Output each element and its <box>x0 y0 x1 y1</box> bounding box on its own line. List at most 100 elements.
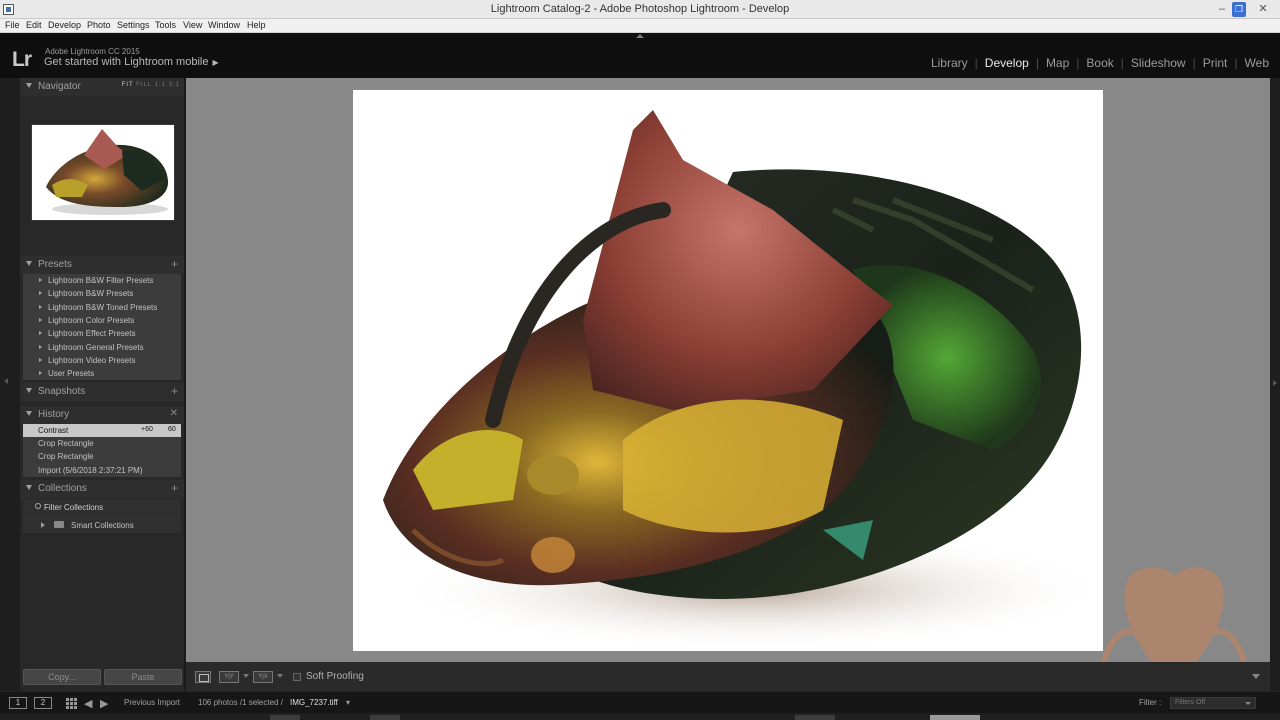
collection-set-label: Smart Collections <box>71 521 134 530</box>
filmstrip-source[interactable]: Previous Import <box>124 698 180 707</box>
close-button[interactable]: ✕ <box>1250 2 1276 17</box>
history-header[interactable]: History ✕ <box>20 406 184 424</box>
presets-header[interactable]: Presets + <box>20 256 184 274</box>
window1-button[interactable]: 1 <box>9 697 27 709</box>
preset-folder[interactable]: Lightroom General Presets <box>23 341 181 354</box>
beetle-photo <box>383 110 1103 650</box>
survey-menu-caret-icon[interactable] <box>277 674 283 678</box>
preset-folder[interactable]: Lightroom Video Presets <box>23 354 181 367</box>
history-step-label: Contrast <box>38 426 69 435</box>
folder-icon <box>54 521 64 528</box>
add-snapshot-button[interactable]: + <box>171 384 178 398</box>
preset-folder[interactable]: Lightroom Color Presets <box>23 314 181 327</box>
collapse-left-icon[interactable] <box>4 378 8 384</box>
soft-proofing-checkbox[interactable] <box>293 673 301 681</box>
menu-bar: File Edit Develop Photo Settings Tools V… <box>0 19 1280 33</box>
survey-view-icon[interactable]: Y|X <box>253 671 273 683</box>
menu-settings[interactable]: Settings <box>117 20 150 30</box>
module-separator: | <box>1035 56 1039 70</box>
menu-tools[interactable]: Tools <box>155 20 176 30</box>
zoom-fit[interactable]: FIT <box>122 82 134 88</box>
loupe-view-icon[interactable] <box>195 671 211 683</box>
filter-collections-label: Filter Collections <box>44 503 104 512</box>
filter-label: Filter : <box>1139 698 1162 707</box>
presets-list: Lightroom B&W Filter Presets Lightroom B… <box>23 274 181 380</box>
module-print[interactable]: Print <box>1203 56 1228 70</box>
filter-collections-field[interactable]: Filter Collections <box>23 500 181 515</box>
filmstrip[interactable] <box>0 713 1280 720</box>
navigator-zoom-modes: FIT FILL 1:1 3:1 <box>122 82 180 88</box>
history-step[interactable]: Contrast +60 60 <box>23 424 181 437</box>
history-step[interactable]: Crop Rectangle <box>23 437 181 450</box>
preset-folder[interactable]: Lightroom B&W Filter Presets <box>23 274 181 287</box>
history-step-label: Crop Rectangle <box>38 452 94 461</box>
module-slideshow[interactable]: Slideshow <box>1131 56 1186 70</box>
disclosure-triangle-icon <box>39 331 42 335</box>
menu-develop[interactable]: Develop <box>48 20 81 30</box>
right-panel-edge[interactable] <box>1270 78 1280 691</box>
module-web[interactable]: Web <box>1245 56 1269 70</box>
add-collection-button[interactable]: + <box>171 481 178 495</box>
develop-toolbar: Y|Y Y|X Soft Proofing <box>186 662 1270 691</box>
menu-help[interactable]: Help <box>247 20 266 30</box>
collection-set-smart[interactable]: Smart Collections <box>23 518 181 532</box>
window2-button[interactable]: 2 <box>34 697 52 709</box>
menu-window[interactable]: Window <box>208 20 240 30</box>
compare-menu-caret-icon[interactable] <box>243 674 249 678</box>
maximize-button[interactable]: ❐ <box>1232 2 1246 17</box>
add-preset-button[interactable]: + <box>171 257 178 271</box>
filmstrip-thumb[interactable] <box>795 715 835 720</box>
module-book[interactable]: Book <box>1086 56 1113 70</box>
disclosure-triangle-icon <box>39 291 42 295</box>
preset-folder[interactable]: Lightroom Effect Presets <box>23 327 181 340</box>
top-panel-toggle-icon[interactable] <box>636 34 644 38</box>
lightroom-logo: Lr <box>12 48 32 71</box>
disclosure-triangle-icon <box>39 358 42 362</box>
module-develop[interactable]: Develop <box>985 56 1029 70</box>
menu-file[interactable]: File <box>5 20 20 30</box>
navigator-header[interactable]: Navigator FIT FILL 1:1 3:1 <box>20 78 184 96</box>
preset-folder[interactable]: User Presets <box>23 367 181 380</box>
expand-right-icon[interactable] <box>1273 380 1277 386</box>
menu-edit[interactable]: Edit <box>26 20 42 30</box>
history-step[interactable]: Crop Rectangle <box>23 450 181 463</box>
left-panel-edge[interactable] <box>0 78 20 691</box>
snapshots-header[interactable]: Snapshots + <box>20 383 184 401</box>
toolbar-options-icon[interactable] <box>1252 674 1260 679</box>
zoom-1-1[interactable]: 1:1 <box>155 82 166 88</box>
filter-select[interactable]: Filters Off <box>1170 697 1256 709</box>
zoom-3-1[interactable]: 3:1 <box>169 82 180 88</box>
mobile-prompt[interactable]: Get started with Lightroom mobile ▶ <box>44 56 219 68</box>
filmstrip-thumb[interactable] <box>270 715 300 720</box>
history-step[interactable]: Import (5/6/2018 2:37:21 PM) <box>23 464 181 477</box>
collections-header[interactable]: Collections + <box>20 480 184 498</box>
grid-view-icon[interactable] <box>66 698 77 709</box>
module-separator: | <box>974 56 978 70</box>
preset-folder[interactable]: Lightroom B&W Toned Presets <box>23 301 181 314</box>
module-library[interactable]: Library <box>931 56 968 70</box>
filmstrip-filename: IMG_7237.tiff <box>290 698 338 707</box>
copy-button[interactable]: Copy... <box>23 669 101 685</box>
navigator-title: Navigator <box>38 81 81 92</box>
main-photo[interactable] <box>353 90 1103 651</box>
zoom-fill[interactable]: FILL <box>136 82 152 88</box>
compare-view-icon[interactable]: Y|Y <box>219 671 239 683</box>
menu-view[interactable]: View <box>183 20 202 30</box>
disclosure-triangle-icon <box>39 345 42 349</box>
filmstrip-thumb-selected[interactable] <box>930 715 980 720</box>
expand-triangle-icon <box>26 388 32 393</box>
module-map[interactable]: Map <box>1046 56 1069 70</box>
filename-menu-caret-icon[interactable]: ▾ <box>346 698 350 707</box>
minimize-button[interactable]: – <box>1212 2 1232 17</box>
paste-button[interactable]: Paste <box>104 669 182 685</box>
preset-folder[interactable]: Lightroom B&W Presets <box>23 287 181 300</box>
forward-arrow-icon[interactable]: ▶ <box>100 697 108 710</box>
clear-history-button[interactable]: ✕ <box>170 408 178 419</box>
disclosure-triangle-icon <box>39 371 42 375</box>
filmstrip-thumb[interactable] <box>370 715 400 720</box>
navigator-preview[interactable] <box>31 124 175 221</box>
module-separator: | <box>1234 56 1238 70</box>
preset-folder-label: User Presets <box>48 369 95 378</box>
menu-photo[interactable]: Photo <box>87 20 111 30</box>
back-arrow-icon[interactable]: ◀ <box>84 697 92 710</box>
